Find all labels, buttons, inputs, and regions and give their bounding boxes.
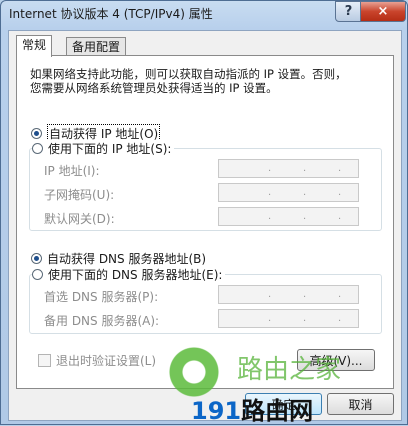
dns-auto-radio[interactable]: 自动获得 DNS 服务器地址(B) bbox=[31, 250, 206, 267]
title-bar[interactable]: Internet 协议版本 4 (TCP/IPv4) 属性 ? × bbox=[1, 1, 407, 29]
general-panel: 如果网络支持此功能，则可以获取自动指派的 IP 设置。否则， 您需要从网络系统管… bbox=[16, 55, 394, 389]
close-button[interactable]: × bbox=[360, 1, 406, 22]
description-text: 如果网络支持此功能，则可以获取自动指派的 IP 设置。否则， 您需要从网络系统管… bbox=[30, 67, 347, 95]
radio-empty-icon bbox=[32, 143, 43, 154]
dns-auto-label: 自动获得 DNS 服务器地址(B) bbox=[47, 252, 207, 266]
ok-button[interactable]: 确定 bbox=[245, 393, 322, 415]
checkbox-icon bbox=[38, 354, 51, 367]
default-gateway-input[interactable]: ... bbox=[218, 207, 359, 226]
window-title: Internet 协议版本 4 (TCP/IPv4) 属性 bbox=[9, 7, 213, 21]
advanced-button[interactable]: 高级(V)... bbox=[297, 349, 375, 371]
tab-alternate-config[interactable]: 备用配置 bbox=[66, 37, 127, 56]
dialog-client: 常规 备用配置 如果网络支持此功能，则可以获取自动指派的 IP 设置。否则， 您… bbox=[8, 30, 402, 421]
dns-manual-group: 使用下面的 DNS 服务器地址(E): 首选 DNS 服务器(P): ... 备… bbox=[29, 266, 382, 334]
subnet-mask-input[interactable]: ... bbox=[218, 183, 359, 202]
alternate-dns-label: 备用 DNS 服务器(A): bbox=[44, 314, 160, 328]
ip-address-label: IP 地址(I): bbox=[44, 164, 100, 178]
radio-selected-icon bbox=[31, 253, 42, 264]
cancel-button[interactable]: 取消 bbox=[327, 393, 394, 415]
dialog-window: Internet 协议版本 4 (TCP/IPv4) 属性 ? × 常规 备用配… bbox=[0, 0, 408, 425]
ip-manual-group: 使用下面的 IP 地址(S): IP 地址(I): ... 子网掩码(U): .… bbox=[29, 140, 382, 231]
ip-manual-radio[interactable]: 使用下面的 IP 地址(S): bbox=[32, 140, 175, 157]
subnet-mask-label: 子网掩码(U): bbox=[44, 188, 115, 202]
ip-manual-label: 使用下面的 IP 地址(S): bbox=[48, 142, 172, 156]
dns-manual-label: 使用下面的 DNS 服务器地址(E): bbox=[48, 268, 223, 282]
preferred-dns-input[interactable]: ... bbox=[218, 285, 359, 304]
help-button[interactable]: ? bbox=[335, 1, 362, 22]
dns-manual-radio[interactable]: 使用下面的 DNS 服务器地址(E): bbox=[32, 266, 226, 283]
tab-general[interactable]: 常规 bbox=[16, 35, 53, 57]
default-gateway-label: 默认网关(D): bbox=[44, 212, 115, 226]
validate-on-exit-checkbox[interactable]: 退出时验证设置(L) bbox=[38, 352, 156, 369]
radio-selected-icon bbox=[31, 128, 42, 139]
preferred-dns-label: 首选 DNS 服务器(P): bbox=[44, 290, 159, 304]
validate-on-exit-label: 退出时验证设置(L) bbox=[56, 354, 157, 368]
ip-address-input[interactable]: ... bbox=[218, 159, 359, 178]
alternate-dns-input[interactable]: ... bbox=[218, 309, 359, 328]
radio-empty-icon bbox=[32, 269, 43, 280]
